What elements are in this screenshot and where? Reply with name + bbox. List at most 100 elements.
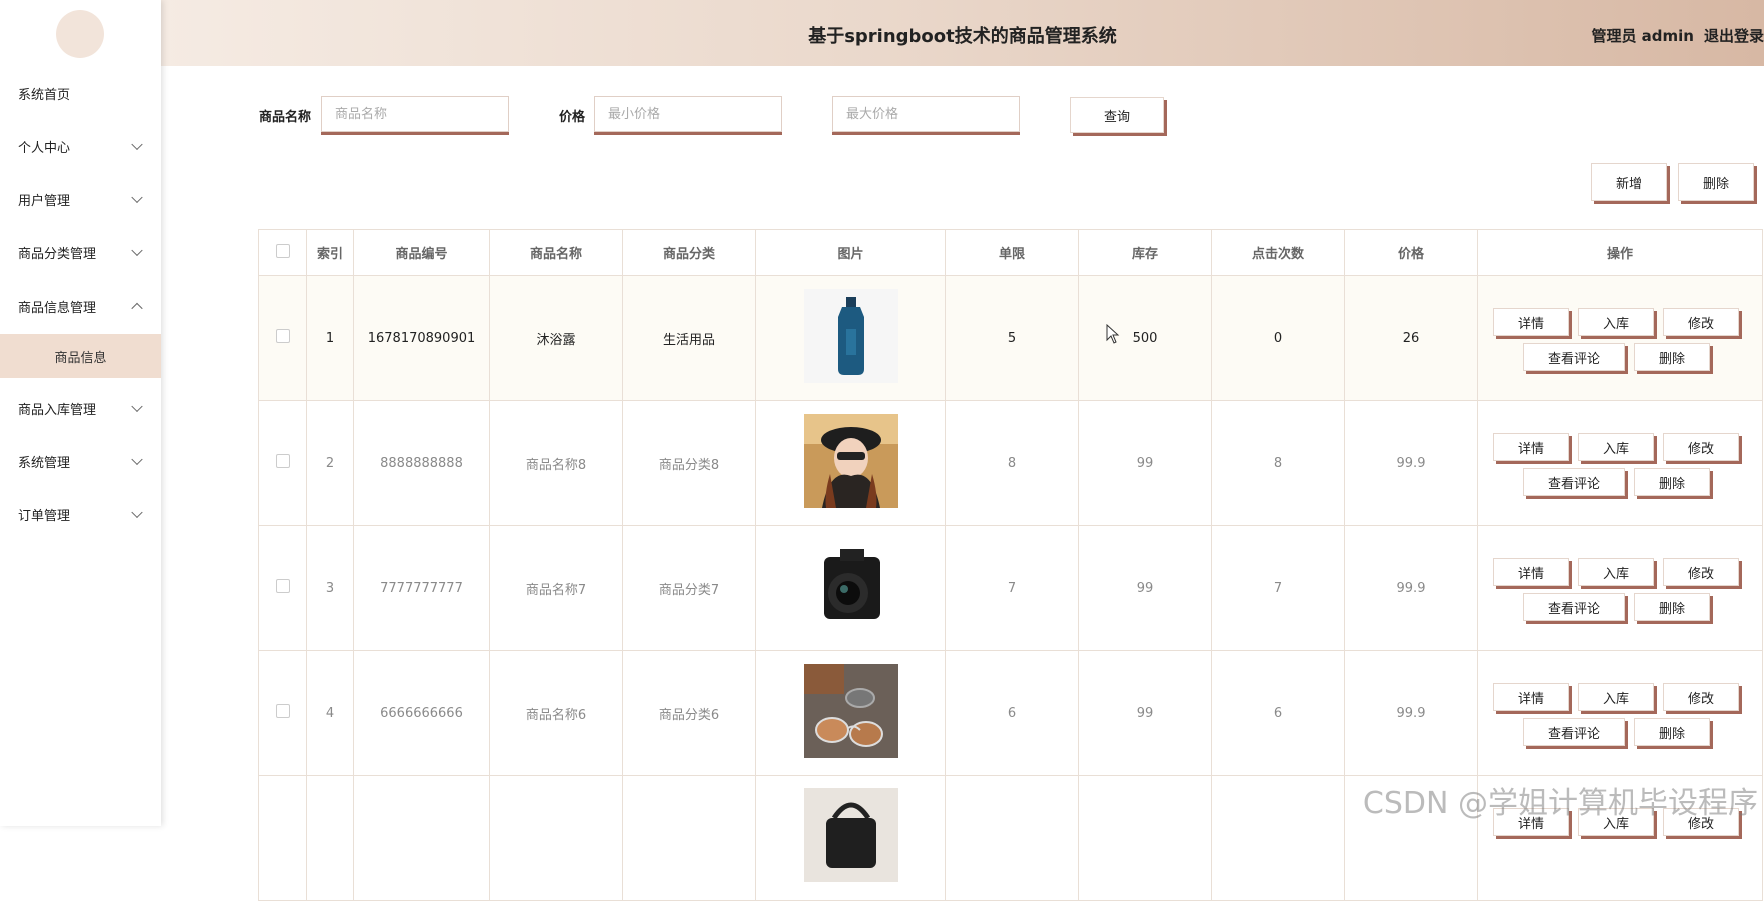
column-header: 商品分类 (622, 229, 756, 276)
sidebar-item-label: 用户管理 (18, 193, 71, 209)
stock-in-button[interactable]: 入库 (1578, 558, 1654, 586)
sidebar-item-users[interactable]: 用户管理 (0, 177, 161, 221)
category-cell (622, 775, 756, 901)
table-row[interactable]: 3 7777777777 商品名称7 商品分类7 7 99 7 99.9 详情 (258, 525, 1763, 651)
sidebar-item-system[interactable]: 系统管理 (0, 439, 161, 483)
product-image-bag[interactable] (803, 788, 898, 882)
mouse-cursor-icon (1106, 324, 1120, 344)
row-checkbox[interactable] (275, 704, 290, 718)
select-all-cell[interactable] (258, 229, 307, 276)
column-header: 索引 (306, 229, 354, 276)
name-cell: 商品名称8 (489, 400, 623, 526)
row-select-cell[interactable] (258, 650, 307, 776)
stock-cell: 99 (1078, 400, 1212, 526)
view-comments-button[interactable]: 查看评论 (1523, 343, 1625, 371)
edit-button[interactable]: 修改 (1663, 558, 1739, 586)
row-checkbox[interactable] (275, 454, 290, 468)
sidebar-item-label: 商品入库管理 (18, 402, 97, 418)
min-price-input[interactable] (594, 96, 782, 132)
top-header: 基于springboot技术的商品管理系统 管理员 admin 退出登录 (161, 0, 1764, 66)
edit-button[interactable]: 修改 (1663, 683, 1739, 711)
column-header: 点击次数 (1211, 229, 1345, 276)
sidebar-item-label: 个人中心 (18, 140, 71, 156)
sidebar-item-label: 系统管理 (18, 455, 71, 471)
add-button[interactable]: 新增 (1591, 163, 1667, 201)
name-cell: 沐浴露 (489, 275, 623, 401)
stock-in-button[interactable]: 入库 (1578, 433, 1654, 461)
view-comments-button[interactable]: 查看评论 (1523, 718, 1625, 746)
watermark: CSDN @学姐计算机毕设程序 (1362, 786, 1758, 821)
image-cell (755, 650, 946, 776)
detail-button[interactable]: 详情 (1493, 308, 1569, 336)
detail-button[interactable]: 详情 (1493, 558, 1569, 586)
product-image-bottle[interactable] (803, 289, 898, 383)
avatar[interactable] (56, 10, 104, 58)
row-select-cell[interactable] (258, 400, 307, 526)
query-button[interactable]: 查询 (1070, 97, 1164, 133)
product-image-hat[interactable] (803, 414, 898, 508)
column-header: 图片 (755, 229, 946, 276)
table-row[interactable]: 2 8888888888 商品名称8 商品分类8 8 99 8 99.9 详情 … (258, 400, 1763, 526)
view-comments-button[interactable]: 查看评论 (1523, 593, 1625, 621)
name-cell: 商品名称6 (489, 650, 623, 776)
price-label: 价格 (559, 110, 586, 125)
index-cell: 1 (306, 275, 354, 401)
chevron-down-icon (131, 191, 143, 204)
code-cell (353, 775, 490, 901)
sidebar-item-product-info[interactable]: 商品信息管理 (0, 284, 161, 328)
sidebar-subitem-product-info[interactable]: 商品信息 (0, 334, 161, 378)
table-row[interactable]: 4 6666666666 商品名称6 商品分类6 6 99 6 99.9 详情 (258, 650, 1763, 776)
select-all-checkbox[interactable] (275, 243, 290, 258)
row-delete-button[interactable]: 删除 (1634, 718, 1710, 746)
sidebar-item-orders[interactable]: 订单管理 (0, 492, 161, 536)
name-cell: 商品名称7 (489, 525, 623, 651)
stock-in-button[interactable]: 入库 (1578, 683, 1654, 711)
sidebar-item-categories[interactable]: 商品分类管理 (0, 230, 161, 274)
stock-cell: 99 (1078, 650, 1212, 776)
chevron-down-icon (131, 400, 143, 413)
table-row[interactable]: 1 1678170890901 沐浴露 生活用品 5 500 0 26 详情 入… (258, 275, 1763, 401)
product-image-camera[interactable] (803, 539, 898, 633)
actions-cell: 详情 入库 修改 查看评论 删除 (1477, 275, 1763, 401)
row-select-cell[interactable] (258, 275, 307, 401)
detail-button[interactable]: 详情 (1493, 683, 1569, 711)
edit-button[interactable]: 修改 (1663, 433, 1739, 461)
batch-delete-button[interactable]: 删除 (1678, 163, 1754, 201)
detail-button[interactable]: 详情 (1493, 433, 1569, 461)
row-select-cell[interactable] (258, 775, 307, 901)
sidebar-item-label: 商品分类管理 (18, 246, 97, 262)
row-delete-button[interactable]: 删除 (1634, 343, 1710, 371)
sidebar-item-stock-in[interactable]: 商品入库管理 (0, 386, 161, 430)
row-checkbox[interactable] (275, 329, 290, 343)
stock-in-button[interactable]: 入库 (1578, 308, 1654, 336)
row-delete-button[interactable]: 删除 (1634, 593, 1710, 621)
row-checkbox[interactable] (275, 579, 290, 593)
actions-cell: 详情 入库 修改 查看评论 删除 (1477, 650, 1763, 776)
row-delete-button[interactable]: 删除 (1634, 468, 1710, 496)
logout-link[interactable]: 退出登录 (1704, 27, 1764, 45)
sidebar-item-home[interactable]: 系统首页 (0, 71, 161, 115)
product-name-input[interactable] (321, 96, 509, 132)
column-header: 商品名称 (489, 229, 623, 276)
edit-button[interactable]: 修改 (1663, 308, 1739, 336)
product-image-sunglasses[interactable] (803, 664, 898, 758)
stock-cell: 99 (1078, 525, 1212, 651)
code-cell: 1678170890901 (353, 275, 490, 401)
view-comments-button[interactable]: 查看评论 (1523, 468, 1625, 496)
actions-cell: 详情 入库 修改 查看评论 删除 (1477, 525, 1763, 651)
category-cell: 商品分类7 (622, 525, 756, 651)
category-cell: 商品分类6 (622, 650, 756, 776)
price-cell: 99.9 (1344, 650, 1478, 776)
sidebar-item-profile[interactable]: 个人中心 (0, 124, 161, 168)
max-price-input[interactable] (832, 96, 1020, 132)
image-cell (755, 275, 946, 401)
column-header: 价格 (1344, 229, 1478, 276)
image-cell (755, 400, 946, 526)
price-cell: 26 (1344, 275, 1478, 401)
table-header-row: 索引 商品编号 商品名称 商品分类 图片 单限 库存 点击次数 价格 操作 (258, 229, 1763, 276)
row-select-cell[interactable] (258, 525, 307, 651)
index-cell: 4 (306, 650, 354, 776)
price-cell: 99.9 (1344, 400, 1478, 526)
chevron-up-icon (131, 302, 143, 315)
column-header: 商品编号 (353, 229, 490, 276)
